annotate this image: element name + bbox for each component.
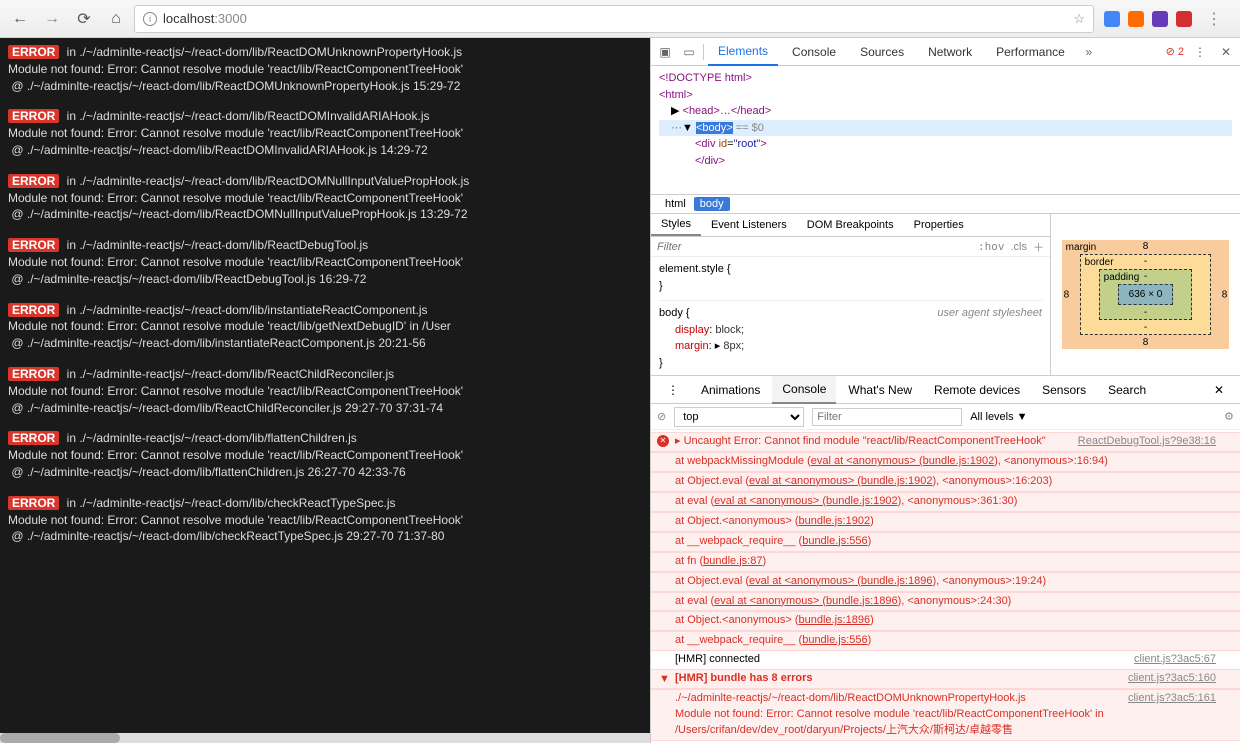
tab-event-listeners[interactable]: Event Listeners [701, 215, 797, 235]
page-content: ERROR in ./~/adminlte-reactjs/~/react-do… [0, 38, 650, 743]
crumb-html[interactable]: html [659, 197, 692, 211]
tab-sources[interactable]: Sources [850, 39, 914, 65]
crumb-body[interactable]: body [694, 197, 730, 211]
cls-toggle[interactable]: .cls [1011, 241, 1028, 253]
devtools-settings-icon[interactable]: ⋮ [1190, 42, 1210, 62]
body-node[interactable]: <body> [696, 122, 733, 134]
tab-styles[interactable]: Styles [651, 214, 701, 236]
error-badge: ERROR [8, 109, 59, 123]
devtools-close-icon[interactable]: ✕ [1216, 42, 1236, 62]
stack-line: at Object.eval (eval at <anonymous> (bun… [651, 472, 1240, 492]
stack-line: at eval (eval at <anonymous> (bundle.js:… [651, 492, 1240, 512]
error-block: ERROR in ./~/adminlte-reactjs/~/react-do… [8, 108, 642, 158]
devtools-panel: ▣ ▭ Elements Console Sources Network Per… [650, 38, 1240, 743]
device-mode-icon[interactable]: ▭ [679, 42, 699, 62]
clear-console-icon[interactable]: ⊘ [657, 410, 666, 423]
error-block: ERROR in ./~/adminlte-reactjs/~/react-do… [8, 302, 642, 352]
drawer-tab-search[interactable]: Search [1098, 377, 1156, 403]
error-badge[interactable]: ⊘ 2 [1166, 45, 1184, 58]
site-info-icon[interactable]: i [143, 12, 157, 26]
devtools-tabs: ▣ ▭ Elements Console Sources Network Per… [651, 38, 1240, 66]
div-close: </div> [695, 155, 725, 167]
extension-icon[interactable] [1128, 11, 1144, 27]
error-block: ERROR in ./~/adminlte-reactjs/~/react-do… [8, 237, 642, 287]
error-badge: ERROR [8, 431, 59, 445]
box-model[interactable]: margin 8888 border -- padding -- 636 × 0 [1050, 214, 1240, 375]
drawer-close-icon[interactable]: ✕ [1204, 377, 1234, 403]
home-button[interactable]: ⌂ [102, 5, 130, 33]
doctype-node: <!DOCTYPE html> [659, 72, 752, 84]
error-block: ERROR in ./~/adminlte-reactjs/~/react-do… [8, 366, 642, 416]
styles-tabs: Styles Event Listeners DOM Breakpoints P… [651, 214, 1050, 237]
new-rule-icon[interactable]: ＋ [1033, 239, 1044, 255]
stack-line: at __webpack_require__ (bundle.js:556) [651, 532, 1240, 552]
html-node[interactable]: <html> [659, 89, 693, 101]
error-block: ERROR in ./~/adminlte-reactjs/~/react-do… [8, 495, 642, 545]
drawer-tab-remote[interactable]: Remote devices [924, 377, 1030, 403]
console-line: client.js?3ac5:67[HMR] connected [651, 651, 1240, 669]
error-badge: ERROR [8, 303, 59, 317]
stack-line: at Object.<anonymous> (bundle.js:1902) [651, 512, 1240, 532]
context-select[interactable]: top [674, 407, 804, 427]
url-text: localhost:3000 [163, 11, 247, 26]
extension-icon[interactable] [1152, 11, 1168, 27]
console-line: ▼client.js?3ac5:160[HMR] bundle has 8 er… [651, 669, 1240, 689]
tab-properties[interactable]: Properties [904, 215, 974, 235]
stack-line: at Object.<anonymous> (bundle.js:1896) [651, 611, 1240, 631]
styles-body[interactable]: element.style { } user agent stylesheetb… [651, 257, 1050, 375]
console-settings-icon[interactable]: ⚙ [1224, 410, 1234, 423]
bookmark-icon[interactable]: ☆ [1073, 11, 1085, 27]
tab-dom-breakpoints[interactable]: DOM Breakpoints [797, 215, 904, 235]
tab-performance[interactable]: Performance [986, 39, 1075, 65]
back-button[interactable]: ← [6, 5, 34, 33]
head-node[interactable]: <head>…</head> [683, 105, 772, 117]
styles-filter-input[interactable] [657, 241, 978, 253]
tab-console[interactable]: Console [782, 39, 846, 65]
drawer-tab-console[interactable]: Console [772, 376, 836, 404]
address-bar[interactable]: i localhost:3000 ☆ [134, 5, 1094, 33]
stack-line: at fn (bundle.js:87) [651, 552, 1240, 572]
forward-button[interactable]: → [38, 5, 66, 33]
extensions: ⋮ [1098, 5, 1234, 33]
horizontal-scrollbar[interactable] [0, 733, 650, 743]
reload-button[interactable]: ⟳ [70, 5, 98, 33]
extension-icon[interactable] [1176, 11, 1192, 27]
more-tabs-icon[interactable]: » [1079, 42, 1099, 62]
browser-toolbar: ← → ⟳ ⌂ i localhost:3000 ☆ ⋮ [0, 0, 1240, 38]
console-filter-input[interactable] [812, 408, 962, 426]
stack-line: at eval (eval at <anonymous> (bundle.js:… [651, 592, 1240, 612]
error-block: ERROR in ./~/adminlte-reactjs/~/react-do… [8, 173, 642, 223]
drawer-tab-animations[interactable]: Animations [691, 377, 770, 403]
breadcrumb[interactable]: html body [651, 194, 1240, 213]
stack-line: at __webpack_require__ (bundle.js:556) [651, 631, 1240, 651]
error-badge: ERROR [8, 367, 59, 381]
error-block: ERROR in ./~/adminlte-reactjs/~/react-do… [8, 430, 642, 480]
tab-elements[interactable]: Elements [708, 38, 778, 66]
inspect-icon[interactable]: ▣ [655, 42, 675, 62]
tab-network[interactable]: Network [918, 39, 982, 65]
drawer-tab-sensors[interactable]: Sensors [1032, 377, 1096, 403]
error-block: ERROR in ./~/adminlte-reactjs/~/react-do… [8, 44, 642, 94]
stack-line: at Object.eval (eval at <anonymous> (bun… [651, 572, 1240, 592]
log-level-select[interactable]: All levels ▼ [970, 411, 1027, 423]
browser-menu-icon[interactable]: ⋮ [1200, 5, 1228, 33]
console-line: ✕ReactDebugTool.js?9e38:16▸ Uncaught Err… [651, 432, 1240, 452]
extension-icon[interactable] [1104, 11, 1120, 27]
console-drawer: ⋮ Animations Console What's New Remote d… [651, 375, 1240, 743]
console-output[interactable]: ✕ReactDebugTool.js?9e38:16▸ Uncaught Err… [651, 430, 1240, 743]
error-badge: ERROR [8, 45, 59, 59]
dom-tree[interactable]: <!DOCTYPE html> <html> ▶ <head>…</head> … [651, 66, 1240, 194]
drawer-tab-whatsnew[interactable]: What's New [838, 377, 922, 403]
drawer-menu-icon[interactable]: ⋮ [657, 377, 689, 403]
error-badge: ERROR [8, 496, 59, 510]
hov-toggle[interactable]: :hov [978, 240, 1005, 253]
stack-line: at webpackMissingModule (eval at <anonym… [651, 452, 1240, 472]
console-line: client.js?3ac5:161./~/adminlte-reactjs/~… [651, 689, 1240, 741]
error-badge: ERROR [8, 238, 59, 252]
error-badge: ERROR [8, 174, 59, 188]
